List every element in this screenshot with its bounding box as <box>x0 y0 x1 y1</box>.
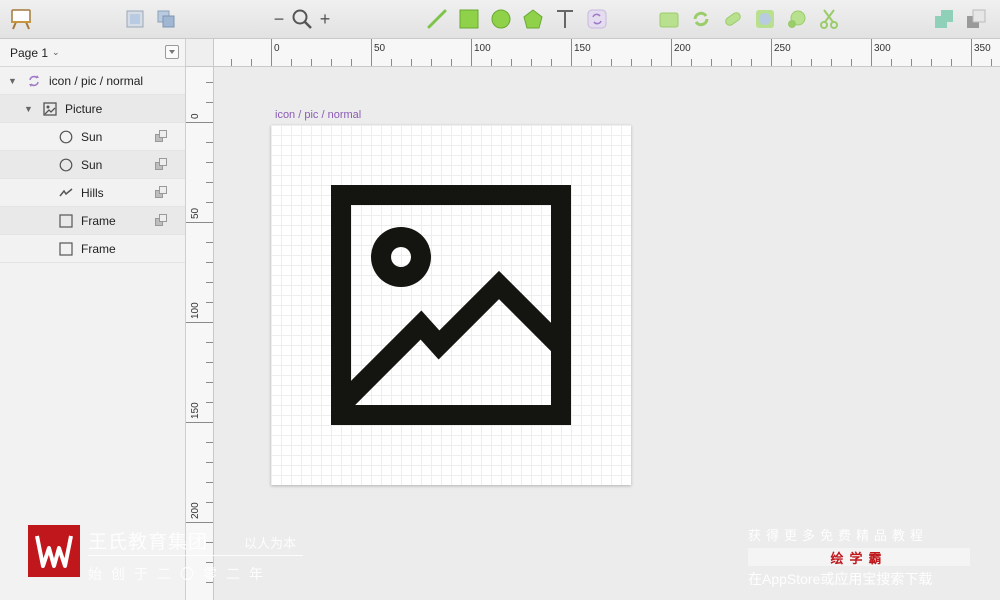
ruler-label: 300 <box>874 43 891 54</box>
page-menu-button[interactable] <box>165 45 179 59</box>
ruler-label: 100 <box>474 43 491 54</box>
org-since: 始创于二〇零二年 <box>88 566 272 582</box>
ruler-label: 250 <box>774 43 791 54</box>
image-icon <box>43 101 57 116</box>
vertical-ruler-ticks: 0 50 100 150 200 <box>186 82 213 583</box>
ruler-label: 100 <box>190 302 201 319</box>
ruler-label: 150 <box>190 402 201 419</box>
ruler-label: 200 <box>190 502 201 519</box>
ruler-label: 50 <box>190 207 201 219</box>
toolbar: − + <box>0 0 1000 39</box>
disclosure-triangle-icon[interactable]: ▼ <box>8 76 17 86</box>
layer-row-symbol[interactable]: ▼ icon / pic / normal <box>0 67 185 95</box>
ruler-label: 150 <box>574 43 591 54</box>
ruler-label: 50 <box>374 43 386 54</box>
layer-name: Sun <box>81 129 103 144</box>
hills-shape <box>333 270 569 413</box>
layer-row-rectangle[interactable]: Frame <box>0 207 185 235</box>
layer-name: Hills <box>81 185 104 200</box>
rectangle-icon <box>59 213 73 228</box>
get-app-text: 在AppStore或应用宝搜索下载 <box>748 571 933 587</box>
flatten-icon[interactable] <box>721 0 745 38</box>
layer-row-group[interactable]: ▼ Picture <box>0 95 185 123</box>
watermark-right: 获得更多免费精品教程 绘学霸 在AppStore或应用宝搜索下载 <box>748 525 972 589</box>
slice-icon[interactable] <box>153 0 179 38</box>
org-motto: 以人为本 <box>244 536 297 551</box>
artboard-title[interactable]: icon / pic / normal <box>275 109 361 121</box>
zoom-out-label: − <box>273 9 285 29</box>
polygon-tool-icon[interactable] <box>521 0 545 38</box>
divider <box>88 555 303 556</box>
more-tutorials-text: 获得更多免费精品教程 <box>748 528 929 543</box>
layers-panel: Page 1 ⌄ ▼ icon / pic / normal ▼ Picture… <box>0 39 186 600</box>
subtract-icon[interactable] <box>964 0 988 38</box>
easel-icon[interactable] <box>8 0 34 38</box>
ruler-label: 350 <box>974 43 991 54</box>
layer-row-rectangle[interactable]: Frame <box>0 235 185 263</box>
picture-icon[interactable] <box>271 125 631 485</box>
masked-layer-icon <box>155 158 167 173</box>
org-logo <box>28 525 80 577</box>
ruler-label: 0 <box>274 43 280 54</box>
union-icon[interactable] <box>932 0 956 38</box>
horizontal-ruler-ticks: 0 50 100 150 200 250 300 350 <box>191 39 992 66</box>
layer-row-oval[interactable]: Sun <box>0 123 185 151</box>
scale-icon[interactable] <box>785 0 809 38</box>
layer-name: Frame <box>81 241 116 256</box>
layer-row-path[interactable]: Hills <box>0 179 185 207</box>
horizontal-ruler[interactable]: 0 50 100 150 200 250 300 350 <box>186 39 1000 67</box>
masked-layer-icon <box>155 214 167 229</box>
artboard[interactable] <box>271 125 631 485</box>
layer-name: Frame <box>81 213 116 228</box>
chevron-down-icon: ⌄ <box>52 47 60 57</box>
zoom-in-label: + <box>319 9 331 29</box>
rotate-icon[interactable] <box>689 0 713 38</box>
layer-name: Picture <box>65 101 103 116</box>
masked-layer-icon <box>155 130 167 145</box>
layer-name: icon / pic / normal <box>49 73 144 88</box>
symbol-icon <box>27 74 41 88</box>
ruler-label: 0 <box>190 113 201 119</box>
page-label: Page 1 <box>10 45 49 60</box>
brand-bar: 绘学霸 <box>748 548 970 566</box>
oval-icon <box>59 158 73 172</box>
artboard-icon[interactable] <box>122 0 148 38</box>
ruler-label: 200 <box>674 43 691 54</box>
oval-tool-icon[interactable] <box>489 0 513 38</box>
org-name: 王氏教育集团 <box>88 532 209 553</box>
oval-icon <box>59 130 73 144</box>
layer-name: Sun <box>81 157 103 172</box>
edit-path-icon[interactable] <box>657 0 681 38</box>
mask-icon[interactable] <box>753 0 777 38</box>
masked-layer-icon <box>155 186 167 201</box>
text-tool-icon[interactable] <box>553 0 577 38</box>
symbol-tool-icon[interactable] <box>585 0 609 38</box>
page-selector[interactable]: Page 1 ⌄ <box>0 39 185 67</box>
layer-row-oval[interactable]: Sun <box>0 151 185 179</box>
disclosure-triangle-icon[interactable]: ▼ <box>24 104 33 114</box>
rectangle-tool-icon[interactable] <box>457 0 481 38</box>
zoom-out-button[interactable]: − <box>272 0 286 38</box>
rectangle-icon <box>59 241 73 256</box>
ruler-corner <box>186 39 214 67</box>
vertical-ruler[interactable]: 0 50 100 150 200 <box>186 67 214 600</box>
scissors-icon[interactable] <box>817 0 841 38</box>
sun-shape <box>371 227 431 287</box>
path-icon <box>59 186 73 200</box>
zoom-icon[interactable] <box>290 0 314 38</box>
brand-name: 绘学霸 <box>830 550 888 566</box>
zoom-in-button[interactable]: + <box>318 0 332 38</box>
line-tool-icon[interactable] <box>425 0 449 38</box>
